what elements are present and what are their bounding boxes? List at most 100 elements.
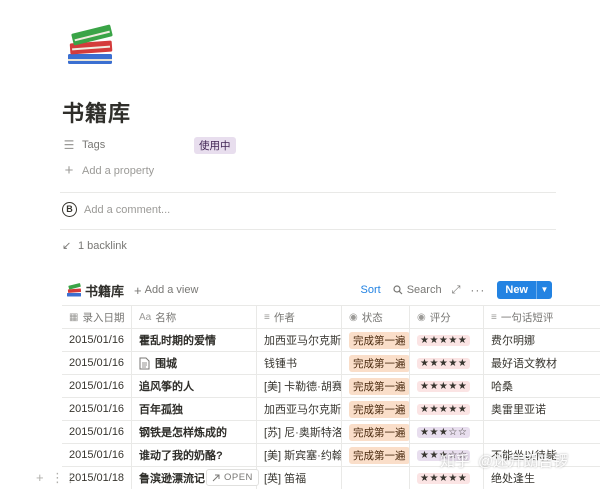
date-cell[interactable]: 2015/01/16 xyxy=(62,329,132,351)
status-cell[interactable] xyxy=(342,467,410,489)
status-cell[interactable]: 完成第一遍 xyxy=(342,375,410,397)
name-cell[interactable]: 追风筝的人 xyxy=(132,375,257,397)
chevron-down-icon[interactable]: ▼ xyxy=(536,281,552,299)
open-button[interactable]: OPEN xyxy=(206,469,259,486)
sort-button[interactable]: Sort xyxy=(361,284,381,296)
date-cell[interactable]: 2015/01/16 xyxy=(62,352,132,374)
add-row-icon[interactable]: + xyxy=(36,470,44,485)
name-cell[interactable]: 百年孤独 xyxy=(132,398,257,420)
column-header-rating[interactable]: ◉ 评分 xyxy=(410,306,484,328)
review-cell[interactable] xyxy=(484,421,600,443)
text-icon: Aa xyxy=(139,311,152,323)
document-icon xyxy=(139,357,150,369)
arrow-down-left-icon: ↙ xyxy=(62,240,72,252)
author-cell[interactable]: 钱锺书 xyxy=(257,352,342,374)
review-cell[interactable]: 最好语文教材 xyxy=(484,352,600,374)
review-cell[interactable]: 奥雷里亚诺 xyxy=(484,398,600,420)
author-cell[interactable]: [苏] 尼·奥斯特洛夫 xyxy=(257,421,342,443)
author-cell[interactable]: [美] 卡勒德·胡赛尼 xyxy=(257,375,342,397)
table-row[interactable]: 2015/01/16 百年孤独 加西亚马尔克斯 完成第一遍 ★★★★★ 奥雷里亚诺 xyxy=(62,398,600,421)
rating-cell[interactable]: ★★★★★ xyxy=(410,329,484,351)
table-row[interactable]: 2015/01/16钢铁是怎样炼成的[苏] 尼·奥斯特洛夫完成第一遍 ★★★☆☆ xyxy=(62,421,600,444)
backlink-link[interactable]: ↙ 1 backlink xyxy=(62,239,127,253)
name-cell[interactable]: 霍乱时期的爱情 xyxy=(132,329,257,351)
text-lines-icon: ≡ xyxy=(264,311,270,323)
add-view-label: Add a view xyxy=(144,284,199,296)
database-header: 书籍库 + Add a view Sort Search ⤢ ··· New ▼ xyxy=(66,280,552,300)
comment-input[interactable]: B Add a comment... xyxy=(62,202,170,217)
status-cell[interactable]: 完成第一遍 xyxy=(342,421,410,443)
status-badge: 完成第一遍 xyxy=(349,400,409,418)
page-title: 书籍库 xyxy=(62,101,132,126)
open-page-icon xyxy=(212,474,220,481)
date-cell[interactable]: 2015/01/16 xyxy=(62,421,132,443)
search-button[interactable]: Search xyxy=(393,284,442,296)
select-icon: ◉ xyxy=(417,311,426,323)
watermark-user: @迷升朗吉锣 xyxy=(478,453,569,470)
author-cell[interactable]: [英] 笛福 xyxy=(257,467,342,489)
search-icon xyxy=(393,285,403,295)
select-icon: ◉ xyxy=(349,311,358,323)
rating-badge: ★★★★★ xyxy=(417,357,471,369)
books-icon xyxy=(68,24,113,64)
rating-cell[interactable]: ★★★★★ xyxy=(410,375,484,397)
date-cell[interactable]: 2015/01/16 xyxy=(62,444,132,466)
add-property-label: Add a property xyxy=(82,165,155,177)
status-cell[interactable]: 完成第一遍 xyxy=(342,444,410,466)
status-badge: 完成第一遍 xyxy=(349,331,409,349)
comment-placeholder: Add a comment... xyxy=(84,203,171,216)
name-cell[interactable]: 钢铁是怎样炼成的 xyxy=(132,421,257,443)
date-cell[interactable]: 2015/01/16 xyxy=(62,375,132,397)
rating-cell[interactable]: ★★★☆☆ xyxy=(410,421,484,443)
watermark-site: 知乎 xyxy=(440,453,471,470)
column-header-date[interactable]: ▦ 录入日期 xyxy=(62,306,132,328)
column-header-review[interactable]: ≡ 一句话短评 xyxy=(484,306,600,328)
status-cell[interactable]: 完成第一遍 xyxy=(342,352,410,374)
add-view-button[interactable]: + Add a view xyxy=(134,283,198,298)
add-property-button[interactable]: + Add a property xyxy=(62,163,155,178)
new-button-label[interactable]: New xyxy=(497,281,536,299)
new-button[interactable]: New ▼ xyxy=(497,281,552,299)
author-cell[interactable]: 加西亚马尔克斯 xyxy=(257,329,342,351)
tag-pill[interactable]: 使用中 xyxy=(194,136,236,154)
name-cell[interactable]: 谁动了我的奶酪? xyxy=(132,444,257,466)
books-icon xyxy=(67,283,82,297)
drag-handle-icon[interactable]: ⋮⋮ xyxy=(51,470,77,486)
name-cell[interactable]: 围城 xyxy=(132,352,257,374)
list-icon: ☰ xyxy=(63,138,75,152)
rating-badge: ★★★★★ xyxy=(417,403,471,415)
rating-cell[interactable]: ★★★★★ xyxy=(410,352,484,374)
status-cell[interactable]: 完成第一遍 xyxy=(342,398,410,420)
table-header-row: ▦ 录入日期 Aa 名称 ≡ 作者 ◉ 状态 ◉ 评分 ≡ 一句话短评 xyxy=(62,306,600,329)
column-header-name[interactable]: Aa 名称 xyxy=(132,306,257,328)
review-cell[interactable]: 费尔明娜 xyxy=(484,329,600,351)
property-name: Tags xyxy=(82,139,106,151)
text-lines-icon: ≡ xyxy=(491,311,497,323)
backlink-label: 1 backlink xyxy=(78,239,127,252)
watermark: 知乎 @迷升朗吉锣 xyxy=(440,450,568,471)
database-title[interactable]: 书籍库 xyxy=(85,281,124,300)
rating-badge: ★★★★★ xyxy=(417,472,471,484)
table-row[interactable]: 2015/01/16 霍乱时期的爱情 加西亚马尔克斯 完成第一遍 ★★★★★ 费尔明娜 xyxy=(62,329,600,352)
status-badge: 完成第一遍 xyxy=(349,423,409,441)
property-tags[interactable]: ☰ Tags 使用中 xyxy=(62,136,532,154)
table-row[interactable]: 2015/01/16 围城 钱锺书 完成第一遍 ★★★★★ 最好语文教材 xyxy=(62,352,600,375)
table-row[interactable]: 2015/01/16追风筝的人[美] 卡勒德·胡赛尼完成第一遍 ★★★★★ 哈桑 xyxy=(62,375,600,398)
author-cell[interactable]: 加西亚马尔克斯 xyxy=(257,398,342,420)
rating-badge: ★★★★★ xyxy=(417,334,471,346)
column-header-author[interactable]: ≡ 作者 xyxy=(257,306,342,328)
plus-icon: + xyxy=(134,282,142,298)
review-cell[interactable]: 哈桑 xyxy=(484,375,600,397)
status-badge: 完成第一遍 xyxy=(349,446,409,464)
column-header-status[interactable]: ◉ 状态 xyxy=(342,306,410,328)
divider xyxy=(60,229,556,230)
search-label: Search xyxy=(406,284,442,296)
divider xyxy=(60,192,556,193)
more-icon[interactable]: ··· xyxy=(470,283,485,297)
rating-cell[interactable]: ★★★★★ xyxy=(410,398,484,420)
calendar-icon: ▦ xyxy=(69,311,79,323)
expand-icon[interactable]: ⤢ xyxy=(452,284,461,297)
status-cell[interactable]: 完成第一遍 xyxy=(342,329,410,351)
author-cell[interactable]: [美] 斯宾塞·约翰逊 xyxy=(257,444,342,466)
date-cell[interactable]: 2015/01/16 xyxy=(62,398,132,420)
